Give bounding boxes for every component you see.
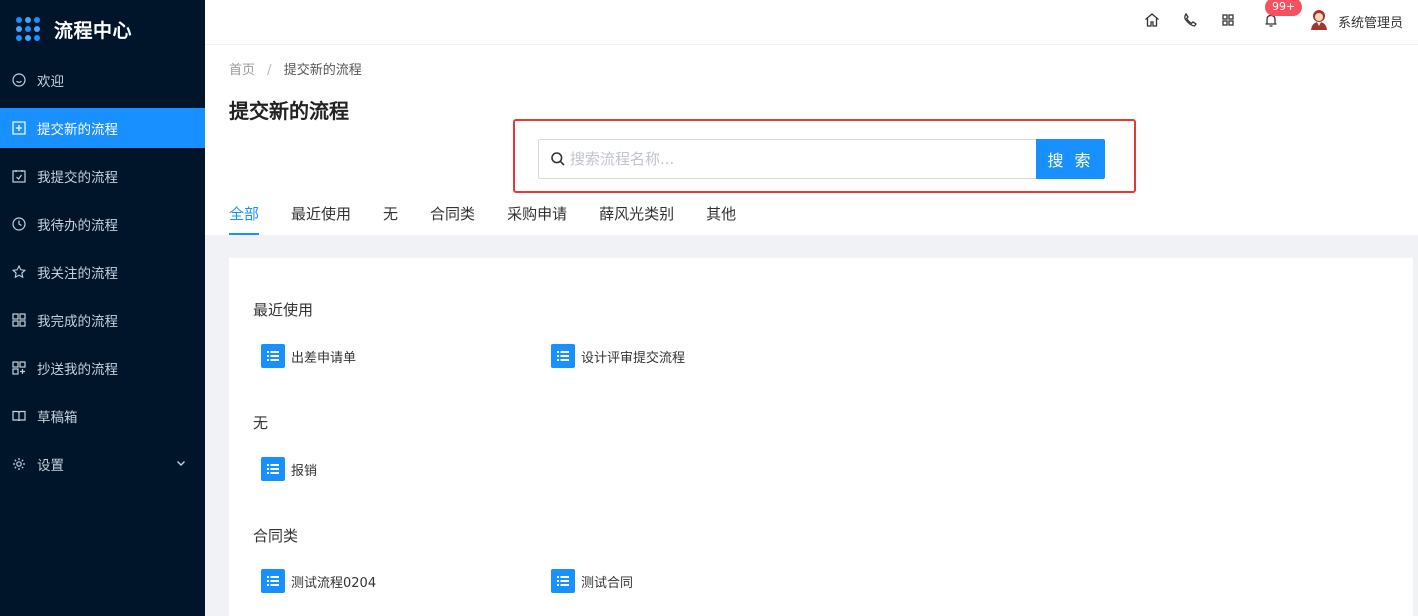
process-item[interactable]: 测试合同: [551, 569, 633, 593]
phone-icon[interactable]: [1181, 11, 1199, 29]
tab-all[interactable]: 全部: [229, 203, 260, 235]
sidebar-item-drafts[interactable]: 草稿箱: [0, 396, 205, 436]
process-item[interactable]: 出差申请单: [261, 344, 356, 368]
home-icon[interactable]: [1143, 11, 1161, 29]
book-icon: [12, 409, 26, 423]
sidebar-item-label: 我待办的流程: [37, 218, 118, 234]
list-icon: [551, 344, 575, 368]
star-icon: [12, 265, 26, 279]
process-name: 出差申请单: [291, 350, 357, 366]
smile-icon: [12, 73, 26, 87]
group-title-contract: 合同类: [253, 527, 299, 545]
notification-badge: 99+: [1265, 0, 1303, 16]
sidebar-item-label: 草稿箱: [37, 410, 78, 426]
tab-other[interactable]: 其他: [706, 203, 736, 235]
process-name: 测试合同: [581, 575, 634, 591]
breadcrumb-home[interactable]: 首页: [229, 63, 255, 78]
list-icon: [261, 457, 285, 481]
sidebar-item-label: 提交新的流程: [37, 122, 118, 138]
sidebar-menu: 欢迎 提交新的流程 我提交的流程 我待办的流程 我关注的流程 我完成的流程 抄送…: [0, 60, 205, 484]
brand[interactable]: 流程中心: [0, 0, 205, 58]
search-button[interactable]: 搜 索: [1036, 139, 1105, 179]
list-icon: [551, 569, 575, 593]
breadcrumb-separator: /: [267, 63, 272, 78]
apps-icon[interactable]: [1219, 11, 1237, 29]
process-list-card: 最近使用 出差申请单 设计评审提交流程 无 报销 合同类 测试流程0204 测试…: [229, 258, 1413, 616]
sidebar-item-my-completed[interactable]: 我完成的流程: [0, 300, 205, 340]
group-title-none: 无: [253, 414, 269, 432]
brand-title: 流程中心: [54, 19, 133, 42]
page-title: 提交新的流程: [229, 99, 349, 123]
sidebar-item-label: 我完成的流程: [37, 314, 118, 330]
sidebar-item-label: 欢迎: [37, 74, 64, 90]
sidebar-item-label: 我关注的流程: [37, 266, 118, 282]
sidebar-item-settings[interactable]: 设置: [0, 444, 205, 484]
process-item[interactable]: 设计评审提交流程: [551, 344, 685, 368]
sidebar-item-submit-new[interactable]: 提交新的流程: [0, 108, 205, 148]
search-icon: [551, 152, 565, 166]
tab-xue-category[interactable]: 薛风光类别: [599, 203, 674, 235]
search-input[interactable]: [570, 141, 1036, 177]
sidebar-item-welcome[interactable]: 欢迎: [0, 60, 205, 100]
process-name: 报销: [291, 463, 318, 479]
sidebar-item-label: 抄送我的流程: [37, 362, 118, 378]
sidebar-item-my-followed[interactable]: 我关注的流程: [0, 252, 205, 292]
process-item[interactable]: 测试流程0204: [261, 569, 376, 593]
avatar[interactable]: [1308, 8, 1330, 30]
sidebar-item-label: 我提交的流程: [37, 170, 118, 186]
sidebar-item-my-submitted[interactable]: 我提交的流程: [0, 156, 205, 196]
search-highlight-box: 搜 索: [513, 119, 1136, 193]
tab-none[interactable]: 无: [383, 203, 398, 235]
breadcrumb-current: 提交新的流程: [283, 63, 362, 78]
share-grid-icon: [12, 361, 26, 375]
sidebar-item-label: 设置: [37, 458, 64, 474]
plus-square-icon: [12, 121, 26, 135]
list-icon: [261, 344, 285, 368]
app-grid-logo-icon: [16, 17, 40, 41]
calendar-check-icon: [12, 169, 26, 183]
sidebar: 流程中心 欢迎 提交新的流程 我提交的流程 我待办的流程 我关注的流程 我完成的…: [0, 0, 205, 616]
tab-contract[interactable]: 合同类: [430, 203, 475, 235]
gear-icon: [12, 457, 26, 471]
sidebar-item-my-todo[interactable]: 我待办的流程: [0, 204, 205, 244]
chevron-down-icon[interactable]: [175, 457, 187, 469]
sidebar-item-cc-me[interactable]: 抄送我的流程: [0, 348, 205, 388]
process-name: 测试流程0204: [291, 575, 377, 591]
breadcrumb: 首页 / 提交新的流程: [229, 59, 362, 78]
username[interactable]: 系统管理员: [1338, 12, 1403, 31]
tab-purchase[interactable]: 采购申请: [507, 203, 567, 235]
group-title-recent: 最近使用: [253, 301, 314, 319]
grid-icon: [12, 313, 26, 327]
page-head: 首页 / 提交新的流程 提交新的流程 搜 索 全部 最近使用 无 合同类 采购申…: [205, 45, 1418, 235]
tab-recent[interactable]: 最近使用: [291, 203, 351, 235]
category-tabs: 全部 最近使用 无 合同类 采购申请 薛风光类别 其他: [229, 203, 768, 235]
process-item[interactable]: 报销: [261, 457, 317, 481]
clock-icon: [12, 217, 26, 231]
top-header: 99+ 系统管理员: [205, 0, 1418, 45]
process-name: 设计评审提交流程: [581, 350, 686, 366]
list-icon: [261, 569, 285, 593]
search-box[interactable]: [538, 139, 1037, 179]
